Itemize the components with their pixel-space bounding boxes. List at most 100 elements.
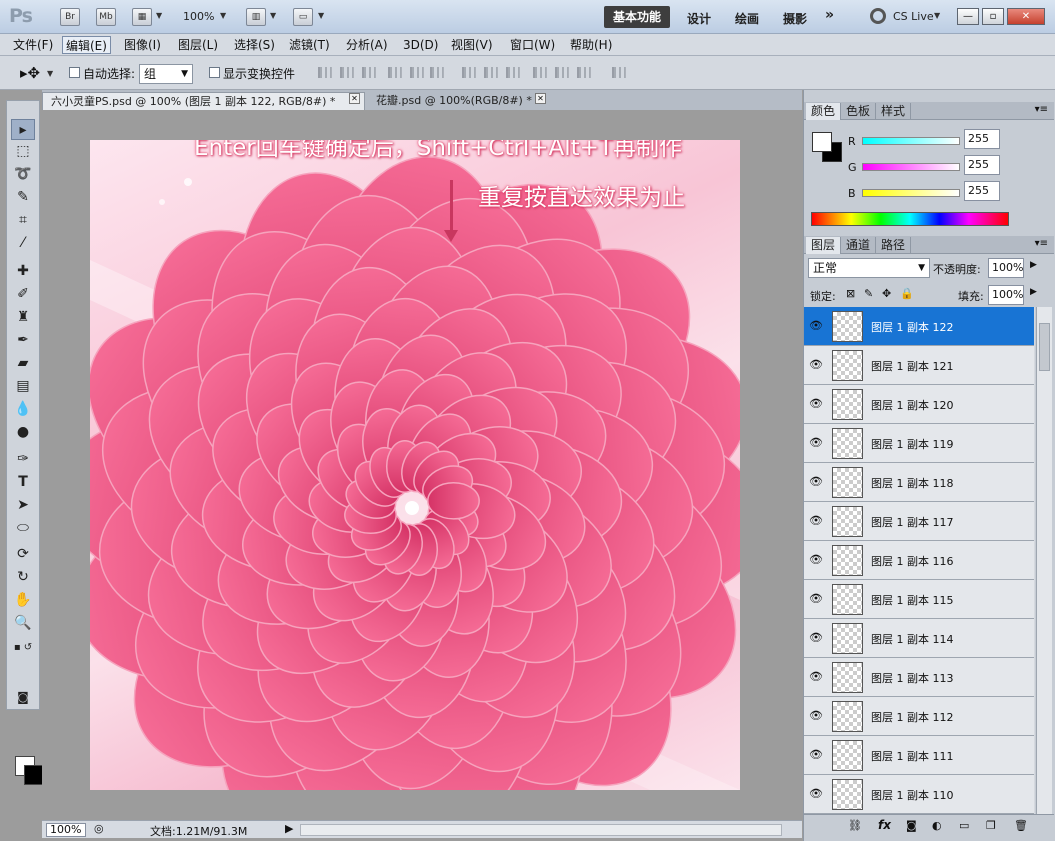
eraser-tool-icon[interactable]: ▰ <box>11 353 35 374</box>
crop-tool-icon[interactable]: ⌗ <box>11 210 35 231</box>
chevron-down-icon[interactable]: ▼ <box>47 69 53 78</box>
shape-tool-icon[interactable]: ⬭ <box>11 518 35 539</box>
distribute-vcenter-icon[interactable] <box>484 67 498 78</box>
zoom-tool-icon[interactable]: 🔍 <box>11 613 35 634</box>
lock-position-icon[interactable]: ✥ <box>882 287 891 300</box>
blur-tool-icon[interactable]: 💧 <box>11 399 35 420</box>
auto-select-checkbox[interactable] <box>69 67 80 78</box>
lock-pixels-icon[interactable]: ✎ <box>864 287 873 300</box>
visibility-eye-icon[interactable]: 👁 <box>807 668 825 686</box>
layer-row[interactable]: 👁 图层 1 副本 114 <box>804 619 1034 658</box>
arrange-documents-icon[interactable]: ▥ <box>246 8 266 26</box>
visibility-eye-icon[interactable]: 👁 <box>807 707 825 725</box>
auto-align-icon[interactable] <box>612 67 626 78</box>
opacity-input[interactable]: 100% <box>988 258 1024 278</box>
layer-row[interactable]: 👁 图层 1 副本 115 <box>804 580 1034 619</box>
fill-arrow-icon[interactable]: ▶ <box>1030 287 1037 297</box>
layer-row[interactable]: 👁 图层 1 副本 122 <box>804 307 1034 346</box>
chevron-down-icon[interactable]: ▼ <box>934 11 940 20</box>
menu-analysis[interactable]: 分析(A) <box>343 36 391 54</box>
minimize-icon[interactable]: — <box>957 8 979 25</box>
layer-row[interactable]: 👁 图层 1 副本 113 <box>804 658 1034 697</box>
chevron-down-icon[interactable]: ▼ <box>220 11 226 20</box>
tab-color[interactable]: 颜色 <box>806 103 842 120</box>
tab-document-2[interactable]: 花瓣.psd @ 100%(RGB/8#) * <box>368 92 548 110</box>
distribute-hcenter-icon[interactable] <box>555 67 569 78</box>
panel-menu-icon[interactable]: ▾≡ <box>1035 238 1048 249</box>
mini-bridge-button[interactable]: Mb <box>96 8 116 26</box>
healing-brush-tool-icon[interactable]: ✚ <box>11 261 35 282</box>
dodge-tool-icon[interactable]: ● <box>11 422 35 443</box>
layer-row[interactable]: 👁 图层 1 副本 120 <box>804 385 1034 424</box>
menu-view[interactable]: 视图(V) <box>448 36 496 54</box>
status-menu-arrow-icon[interactable]: ▶ <box>285 822 293 835</box>
zoom-input[interactable]: 100% <box>46 823 86 837</box>
tab-paths[interactable]: 路径 <box>876 237 912 254</box>
gradient-tool-icon[interactable]: ▤ <box>11 376 35 397</box>
menu-help[interactable]: 帮助(H) <box>567 36 615 54</box>
align-left-icon[interactable] <box>388 67 402 78</box>
tab-styles[interactable]: 样式 <box>876 103 912 120</box>
swap-colors-icon[interactable]: ▪ ↺ <box>11 637 35 658</box>
workspace-photography[interactable]: 摄影 <box>783 10 807 27</box>
more-workspaces-icon[interactable]: » <box>825 7 834 23</box>
color-spectrum[interactable] <box>811 212 1009 226</box>
blue-value-input[interactable]: 255 <box>964 181 1000 201</box>
hand-tool-icon[interactable]: ✋ <box>11 590 35 611</box>
close-icon[interactable]: ✕ <box>1007 8 1045 25</box>
move-tool-icon[interactable]: ▸ <box>11 119 35 140</box>
cs-live-label[interactable]: CS Live <box>893 10 934 23</box>
3d-rotate-tool-icon[interactable]: ⟳ <box>11 544 35 565</box>
document-canvas[interactable]: Enter回车键确定后，Shift+Ctrl+Alt+T再制作 重复按直达效果为… <box>90 140 740 790</box>
layer-row[interactable]: 👁 图层 1 副本 116 <box>804 541 1034 580</box>
visibility-eye-icon[interactable]: 👁 <box>807 434 825 452</box>
visibility-eye-icon[interactable]: 👁 <box>807 785 825 803</box>
distribute-right-icon[interactable] <box>577 67 591 78</box>
horizontal-scrollbar[interactable] <box>300 824 782 836</box>
workspace-essentials[interactable]: 基本功能 <box>604 6 670 28</box>
menu-select[interactable]: 选择(S) <box>231 36 278 54</box>
align-vcenter-icon[interactable] <box>340 67 354 78</box>
red-value-input[interactable]: 255 <box>964 129 1000 149</box>
zoom-level[interactable]: 100% <box>183 10 214 23</box>
quick-mask-icon[interactable]: ◙ <box>11 687 35 708</box>
align-right-icon[interactable] <box>430 67 444 78</box>
menu-image[interactable]: 图像(I) <box>121 36 164 54</box>
distribute-top-icon[interactable] <box>462 67 476 78</box>
green-slider[interactable] <box>862 163 960 171</box>
tab-close-icon[interactable]: ✕ <box>349 93 360 104</box>
opacity-arrow-icon[interactable]: ▶ <box>1030 260 1037 270</box>
layer-row[interactable]: 👁 图层 1 副本 117 <box>804 502 1034 541</box>
tab-layers[interactable]: 图层 <box>806 237 842 254</box>
new-layer-icon[interactable]: ❐ <box>986 819 996 832</box>
adjustment-icon[interactable]: ◐ <box>932 819 942 832</box>
fg-color-swatch[interactable] <box>812 132 832 152</box>
chevron-down-icon[interactable]: ▼ <box>318 11 324 20</box>
workspace-design[interactable]: 设计 <box>687 10 711 27</box>
panel-menu-icon[interactable]: ▾≡ <box>1035 104 1048 115</box>
visibility-eye-icon[interactable]: 👁 <box>807 590 825 608</box>
marquee-tool-icon[interactable]: ⬚ <box>11 141 35 162</box>
type-tool-icon[interactable]: T <box>11 472 35 493</box>
visibility-eye-icon[interactable]: 👁 <box>807 746 825 764</box>
distribute-left-icon[interactable] <box>533 67 547 78</box>
trash-icon[interactable]: 🗑 <box>1014 819 1028 832</box>
red-slider[interactable] <box>862 137 960 145</box>
layer-row[interactable]: 👁 图层 1 副本 121 <box>804 346 1034 385</box>
path-select-tool-icon[interactable]: ➤ <box>11 495 35 516</box>
layer-row[interactable]: 👁 图层 1 副本 111 <box>804 736 1034 775</box>
history-brush-tool-icon[interactable]: ✒ <box>11 330 35 351</box>
menu-edit[interactable]: 编辑(E) <box>62 36 111 54</box>
lock-transparency-icon[interactable]: ⊠ <box>846 287 855 300</box>
visibility-eye-icon[interactable]: 👁 <box>807 629 825 647</box>
blue-slider[interactable] <box>862 189 960 197</box>
lock-all-icon[interactable]: 🔒 <box>900 287 914 300</box>
eyedropper-tool-icon[interactable]: ⁄ <box>11 233 35 254</box>
pen-tool-icon[interactable]: ✑ <box>11 449 35 470</box>
menu-window[interactable]: 窗口(W) <box>507 36 558 54</box>
bridge-button[interactable]: Br <box>60 8 80 26</box>
menu-filter[interactable]: 滤镜(T) <box>286 36 333 54</box>
visibility-eye-icon[interactable]: 👁 <box>807 395 825 413</box>
background-color-swatch[interactable] <box>24 765 44 785</box>
cs-live-icon[interactable] <box>870 8 886 24</box>
